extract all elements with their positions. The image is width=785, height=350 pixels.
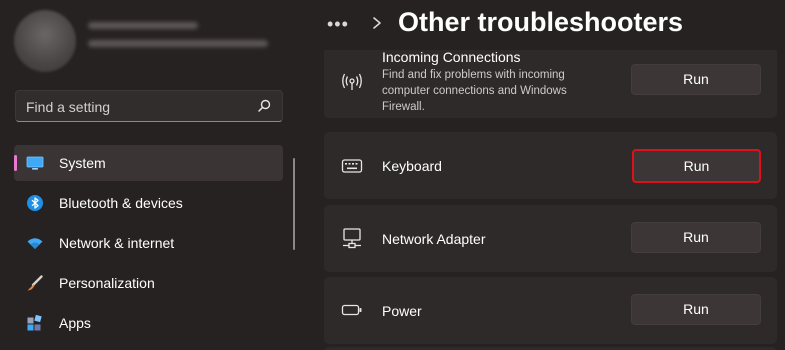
search-input[interactable] — [16, 91, 258, 123]
wifi-icon — [27, 238, 43, 249]
troubleshooter-title: Incoming Connections — [382, 50, 521, 65]
troubleshooter-card-network-adapter: Network Adapter Run — [324, 205, 777, 272]
run-button[interactable]: Run — [631, 64, 761, 95]
settings-window: System Bluetooth & devices Network & int… — [0, 0, 785, 350]
sidebar-item-label: Apps — [59, 315, 91, 331]
user-email — [88, 40, 268, 50]
sidebar-item-network-internet[interactable]: Network & internet — [14, 225, 283, 261]
sidebar-item-label: Bluetooth & devices — [59, 195, 183, 211]
sidebar-item-label: System — [59, 155, 106, 171]
troubleshooter-title: Keyboard — [382, 158, 442, 174]
sidebar-item-label: Personalization — [59, 275, 155, 291]
chevron-right-icon — [373, 17, 381, 29]
more-breadcrumb-button[interactable]: ••• — [327, 14, 349, 35]
avatar[interactable] — [14, 10, 76, 72]
battery-icon — [341, 304, 362, 316]
troubleshooter-card-clip: Incoming Connections Find and fix proble… — [324, 50, 777, 118]
sidebar-item-personalization[interactable]: Personalization — [14, 265, 283, 301]
apps-icon — [27, 314, 42, 331]
troubleshooter-description: Find and fix problems with incoming comp… — [382, 69, 567, 113]
keyboard-icon — [341, 159, 363, 173]
network-adapter-icon — [343, 228, 361, 249]
page-title: Other troubleshooters — [398, 7, 684, 37]
troubleshooter-card-incoming-connections: Incoming Connections Find and fix proble… — [324, 50, 777, 118]
search-icon[interactable] — [256, 98, 272, 114]
bluetooth-icon — [27, 195, 43, 211]
sidebar-item-label: Network & internet — [59, 235, 175, 251]
search-box[interactable] — [15, 90, 283, 123]
monitor-icon — [26, 156, 44, 170]
sidebar-item-bluetooth-devices[interactable]: Bluetooth & devices — [14, 185, 283, 221]
selected-indicator — [14, 155, 17, 171]
troubleshooter-card-power: Power Run — [324, 277, 777, 344]
sidebar-scrollbar[interactable] — [293, 158, 295, 250]
run-button[interactable]: Run — [631, 222, 761, 253]
troubleshooter-title: Power — [382, 303, 422, 319]
sidebar-item-system[interactable]: System — [14, 145, 283, 181]
run-button[interactable]: Run — [632, 149, 761, 183]
troubleshooter-title: Network Adapter — [382, 231, 486, 247]
troubleshooter-card-keyboard: Keyboard Run — [324, 132, 777, 199]
incoming-connections-icon — [342, 73, 362, 90]
user-name — [88, 22, 198, 32]
run-button[interactable]: Run — [631, 294, 761, 325]
sidebar-item-apps[interactable]: Apps — [14, 305, 283, 341]
brush-icon — [27, 275, 43, 291]
